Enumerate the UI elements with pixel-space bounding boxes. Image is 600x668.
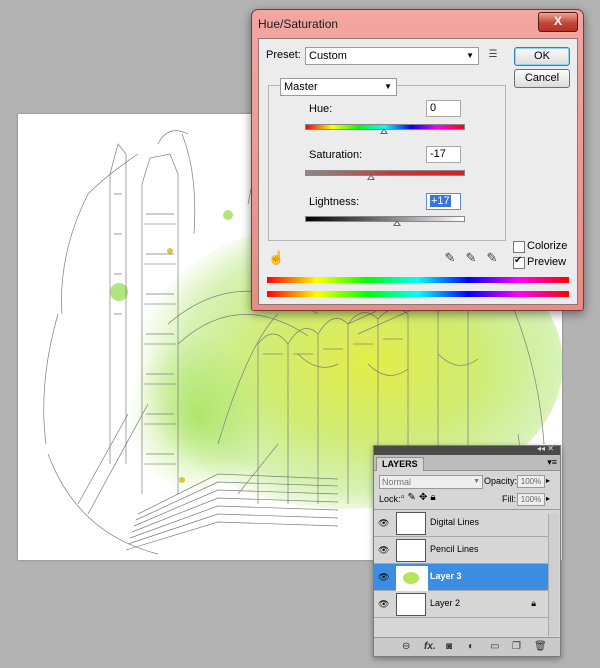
preset-value: Custom bbox=[309, 50, 347, 62]
blend-mode-select[interactable]: Normal ▼ bbox=[379, 475, 483, 489]
fill-input[interactable]: 100% bbox=[517, 493, 545, 506]
layer-row-layer-3[interactable]: 👁︎ Layer 3 bbox=[374, 564, 548, 591]
adjustment-icon[interactable]: ◐ bbox=[468, 641, 474, 652]
layer-thumbnail bbox=[396, 512, 426, 535]
lightness-slider-thumb[interactable] bbox=[393, 220, 402, 226]
lock-icons[interactable]: ▫✎✥🔒︎ bbox=[401, 492, 439, 504]
saturation-input[interactable]: -17 bbox=[426, 146, 461, 163]
saturation-label: Saturation: bbox=[309, 149, 363, 161]
fill-arrow-icon[interactable]: ▸ bbox=[546, 493, 550, 505]
lightness-slider[interactable] bbox=[305, 216, 465, 222]
panel-tabbar: LAYERS ▾≡ bbox=[374, 455, 560, 471]
eye-icon[interactable]: 👁︎ bbox=[378, 545, 389, 555]
eyedropper-minus-icon[interactable]: ✎ bbox=[485, 251, 499, 265]
colorize-checkbox[interactable] bbox=[513, 241, 525, 253]
eyedropper-icon[interactable]: ✎ bbox=[443, 251, 457, 265]
eye-icon[interactable]: 👁︎ bbox=[378, 572, 389, 582]
opacity-input[interactable]: 100% bbox=[517, 475, 545, 488]
hue-slider-thumb[interactable] bbox=[380, 128, 388, 134]
channel-select[interactable]: Master ▼ bbox=[280, 78, 397, 96]
eyedropper-plus-icon[interactable]: ✎ bbox=[464, 251, 478, 265]
layer-list: 👁︎ Digital Lines 👁︎ Pencil Lines 👁︎ Laye… bbox=[374, 510, 549, 618]
opacity-label: Opacity: bbox=[484, 476, 518, 486]
layer-thumbnail bbox=[396, 566, 428, 591]
hand-adjust-icon[interactable]: ☝ bbox=[268, 251, 284, 265]
link-icon[interactable]: ⊖ bbox=[402, 641, 410, 652]
hue-input[interactable]: 0 bbox=[426, 100, 461, 117]
saturation-slider[interactable] bbox=[305, 170, 465, 176]
eye-icon[interactable]: 👁︎ bbox=[378, 599, 389, 609]
input-color-bar bbox=[267, 277, 569, 283]
dialog-body: Preset: Custom ▼ ☰ OK Cancel Master ▼ Hu… bbox=[258, 38, 578, 305]
trash-icon[interactable]: 🗑︎ bbox=[534, 641, 547, 652]
preset-select[interactable]: Custom ▼ bbox=[305, 47, 479, 65]
preset-label: Preset: bbox=[266, 49, 301, 61]
new-layer-icon[interactable]: ❐ bbox=[512, 641, 521, 652]
preview-checkbox[interactable] bbox=[513, 255, 525, 269]
layers-bottom-bar: ⊖ fx. ◙ ◐ ▭ ❐ 🗑︎ bbox=[374, 637, 560, 656]
lock-icon: 🔒︎ bbox=[531, 598, 536, 608]
dialog-title: Hue/Saturation bbox=[258, 17, 339, 31]
layer-thumbnail bbox=[396, 593, 426, 616]
layer-name: Pencil Lines bbox=[430, 544, 479, 554]
layer-name: Digital Lines bbox=[430, 517, 480, 527]
lightness-value: +17 bbox=[430, 195, 451, 207]
lock-all-icon[interactable]: 🔒︎ bbox=[430, 492, 438, 503]
hue-saturation-dialog: Hue/Saturation X Preset: Custom ▼ ☰ OK C… bbox=[251, 9, 584, 311]
fill-label: Fill: bbox=[502, 494, 516, 504]
layer-row-digital-lines[interactable]: 👁︎ Digital Lines bbox=[374, 510, 548, 537]
saturation-slider-thumb[interactable] bbox=[366, 174, 375, 180]
fx-icon[interactable]: fx. bbox=[424, 641, 436, 652]
hue-label: Hue: bbox=[309, 103, 333, 115]
chevron-down-icon: ▼ bbox=[466, 51, 474, 60]
eye-icon[interactable]: 👁︎ bbox=[378, 518, 389, 528]
lock-label: Lock: bbox=[379, 494, 401, 504]
panel-header: ◂◂ ✕ bbox=[374, 444, 560, 455]
preset-options-icon[interactable]: ☰ bbox=[486, 48, 500, 62]
folder-icon[interactable]: ▭ bbox=[490, 641, 499, 652]
layers-scrollbar[interactable] bbox=[548, 514, 559, 636]
layers-panel: ◂◂ ✕ LAYERS ▾≡ Normal ▼ Opacity: 100% ▸ … bbox=[373, 444, 561, 657]
mask-icon[interactable]: ◙ bbox=[446, 641, 452, 652]
lock-move-icon[interactable]: ✥ bbox=[419, 492, 430, 503]
lightness-label: Lightness: bbox=[309, 196, 360, 208]
blend-mode-value: Normal bbox=[382, 477, 412, 487]
layer-row-layer-2[interactable]: 👁︎ Layer 2 🔒︎ bbox=[374, 591, 548, 618]
layer-name: Layer 3 bbox=[430, 571, 462, 581]
opacity-arrow-icon[interactable]: ▸ bbox=[546, 475, 550, 487]
preview-label: Preview bbox=[527, 256, 567, 268]
cancel-button[interactable]: Cancel bbox=[514, 69, 570, 88]
layer-thumbnail bbox=[396, 539, 426, 562]
channel-value: Master bbox=[284, 81, 318, 93]
layer-name: Layer 2 bbox=[430, 598, 461, 608]
close-button[interactable]: X bbox=[538, 12, 578, 32]
chevron-down-icon: ▼ bbox=[473, 478, 480, 485]
lightness-input[interactable]: +17 bbox=[426, 193, 461, 210]
ok-button[interactable]: OK bbox=[514, 47, 570, 66]
output-color-bar bbox=[267, 291, 569, 297]
collapse-icon[interactable]: ◂◂ ✕ bbox=[537, 444, 554, 453]
colorize-label: Colorize bbox=[527, 240, 568, 252]
chevron-down-icon: ▼ bbox=[384, 82, 392, 91]
tab-layers[interactable]: LAYERS bbox=[376, 457, 424, 471]
panel-menu-icon[interactable]: ▾≡ bbox=[547, 457, 557, 468]
layer-row-pencil-lines[interactable]: 👁︎ Pencil Lines bbox=[374, 537, 548, 564]
lock-paint-icon[interactable]: ✎ bbox=[408, 492, 419, 503]
